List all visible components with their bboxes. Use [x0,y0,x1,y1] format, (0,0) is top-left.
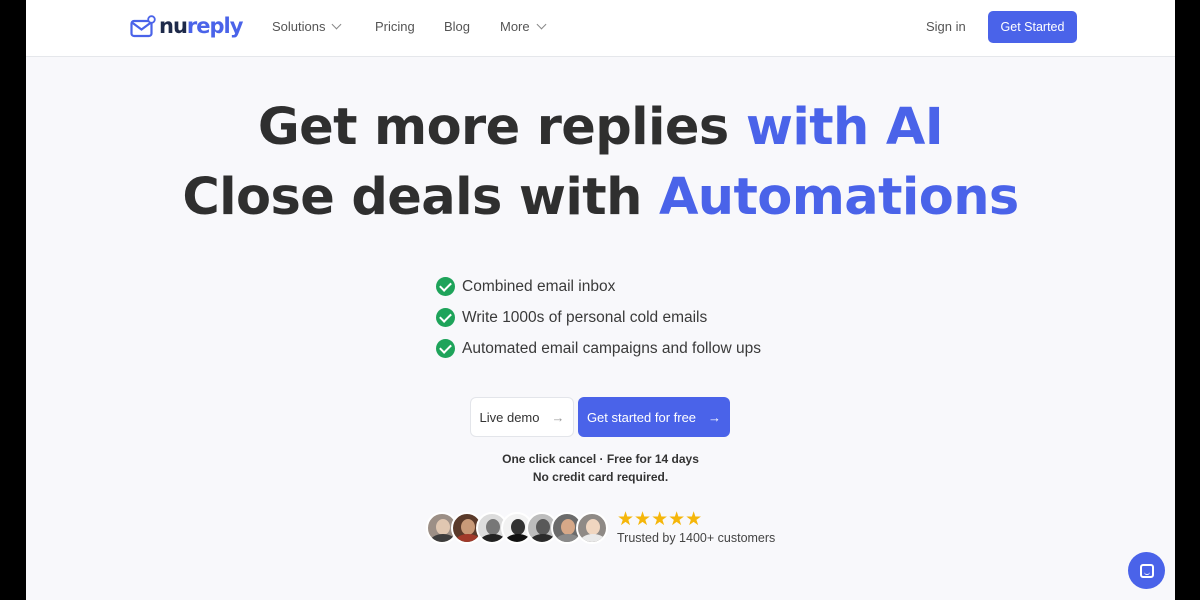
chat-widget-button[interactable] [1128,552,1165,589]
nav-pricing-label: Pricing [375,19,415,34]
top-navbar: nureply Solutions Pricing Blog More Sign… [26,0,1175,57]
customer-avatars [426,512,608,544]
nav-solutions-label: Solutions [272,19,326,34]
nav-more-label: More [500,19,530,34]
feature-text: Write 1000s of personal cold emails [462,308,708,326]
get-started-button[interactable]: Get Started [988,11,1077,43]
trusted-text: Trusted by 1400+ customers [617,531,776,545]
feature-text: Automated email campaigns and follow ups [462,339,761,357]
headline-text: Close deals with [182,168,659,227]
page: nureply Solutions Pricing Blog More Sign… [26,0,1175,600]
hero-headline-line1: Get more replies with AI [26,102,1175,153]
feature-text: Combined email inbox [462,277,616,295]
nav-blog[interactable]: Blog [444,19,470,34]
envelope-logo-icon [130,15,156,38]
feature-item: Write 1000s of personal cold emails [436,302,761,333]
rating-stars: ★★★★★ [617,509,703,530]
chat-bubble-icon [1139,563,1154,578]
feature-item: Combined email inbox [436,271,761,302]
headline-text: Get more replies [257,98,746,157]
logo-text: nureply [159,14,243,38]
arrow-right-icon: → [551,409,565,425]
live-demo-button[interactable]: Live demo → [470,397,574,437]
chevron-down-icon [332,19,342,30]
nav-pricing[interactable]: Pricing [375,19,415,34]
headline-accent: with AI [745,98,944,157]
nav-blog-label: Blog [444,19,471,34]
hero-headline-line2: Close deals with Automations [26,172,1175,223]
logo[interactable]: nureply [130,13,243,41]
sign-in-link[interactable]: Sign in [926,19,966,34]
check-circle-icon [436,277,455,296]
trial-note: One click cancel · Free for 14 days [502,452,699,466]
headline-accent: Automations [658,168,1019,227]
feature-item: Automated email campaigns and follow ups [436,333,761,364]
get-started-free-label: Get started for free [586,409,697,425]
check-circle-icon [436,308,455,327]
chevron-down-icon [536,19,547,30]
nav-more[interactable]: More [500,19,547,34]
arrow-right-icon: → [708,409,722,425]
nav-solutions[interactable]: Solutions [272,19,342,34]
feature-list: Combined email inbox Write 1000s of pers… [436,271,761,364]
avatar [576,512,608,544]
check-circle-icon [436,339,455,358]
live-demo-label: Live demo [479,409,540,425]
get-started-free-button[interactable]: Get started for free → [578,397,730,437]
credit-card-note: No credit card required. [532,470,669,484]
